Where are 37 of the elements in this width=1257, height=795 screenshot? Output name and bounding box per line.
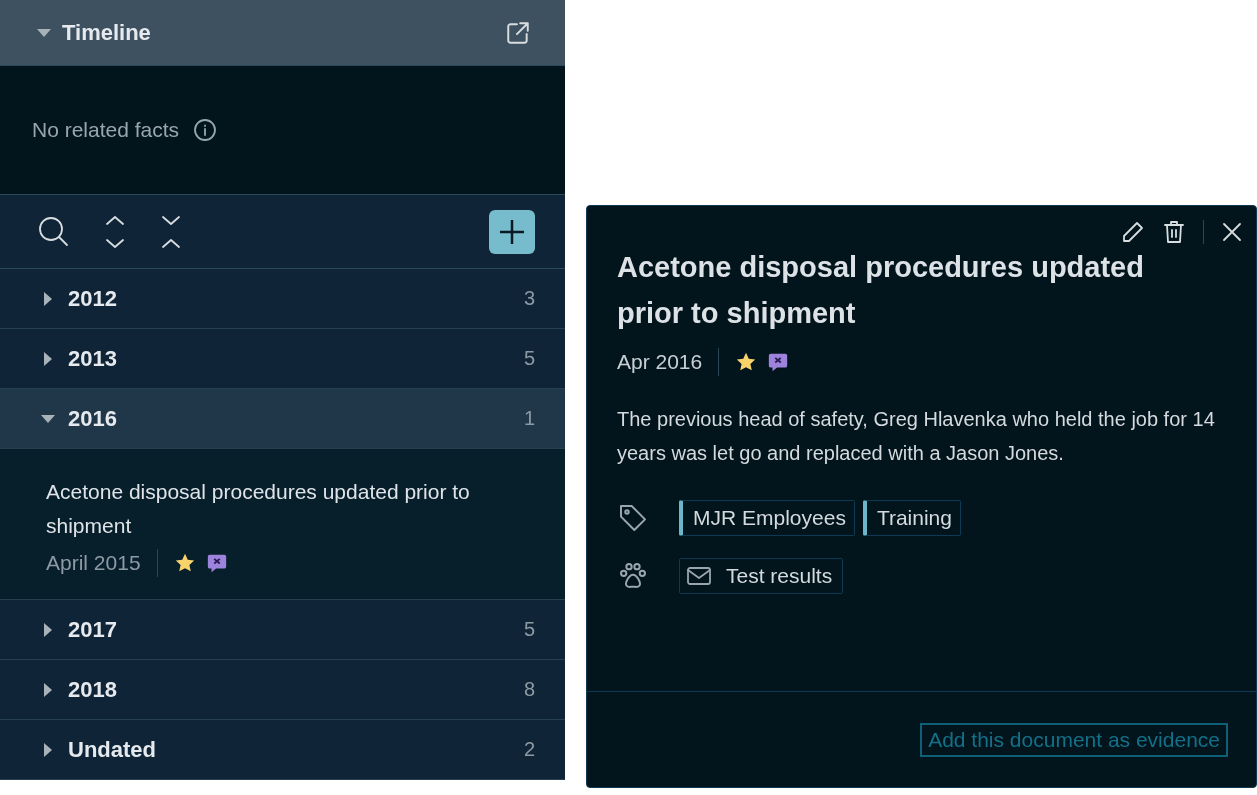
year-label: 2017 <box>68 616 118 643</box>
envelope-icon <box>686 565 712 587</box>
fact-heading: Acetone disposal procedures updated prior to shipment <box>617 250 1145 331</box>
year-label: Undated <box>68 736 157 763</box>
collapse-all-icon[interactable] <box>160 214 182 249</box>
year-label: 2018 <box>68 676 118 703</box>
year-count: 3 <box>523 287 535 310</box>
evidence-chip[interactable]: Test results <box>679 558 844 594</box>
edit-icon[interactable] <box>1121 220 1145 244</box>
plus-icon <box>498 217 526 246</box>
search-icon[interactable] <box>38 215 70 248</box>
year-label: 2016 <box>68 405 118 432</box>
evidence-label: Test results <box>726 564 833 588</box>
tag-chip[interactable]: Training <box>862 500 961 536</box>
year-count: 5 <box>523 618 535 641</box>
tag-chip[interactable]: MJR Employees <box>679 500 855 536</box>
info-icon[interactable] <box>193 118 218 142</box>
trash-icon[interactable] <box>1163 220 1185 244</box>
year-row[interactable]: 2016 1 <box>0 389 565 449</box>
year-count: 8 <box>523 678 535 701</box>
empty-message: No related facts <box>32 118 180 142</box>
popout-icon[interactable] <box>505 19 531 46</box>
add-button[interactable] <box>489 209 535 254</box>
year-count: 1 <box>523 407 535 430</box>
year-label: 2012 <box>68 285 118 312</box>
fact-date: Apr 2016 <box>617 350 703 374</box>
close-icon[interactable] <box>1222 222 1242 242</box>
year-count: 5 <box>523 347 535 370</box>
expand-all-icon[interactable] <box>104 214 126 249</box>
tag-icon <box>617 502 649 534</box>
year-label: 2013 <box>68 345 118 372</box>
fact-date: April 2015 <box>46 551 141 575</box>
panel-title: Timeline <box>62 19 152 46</box>
year-count: 2 <box>523 738 535 761</box>
timeline-fact[interactable]: Acetone disposal procedures updated prior to shipment April 2015 <box>0 449 565 600</box>
fact-title: Acetone disposal procedures updated prior to shipment <box>46 479 471 539</box>
fact-description: The previous head of safety, Greg Hlavenka who held the job for 14 years was let go and replaced with a Jason Jones. <box>617 407 1216 466</box>
